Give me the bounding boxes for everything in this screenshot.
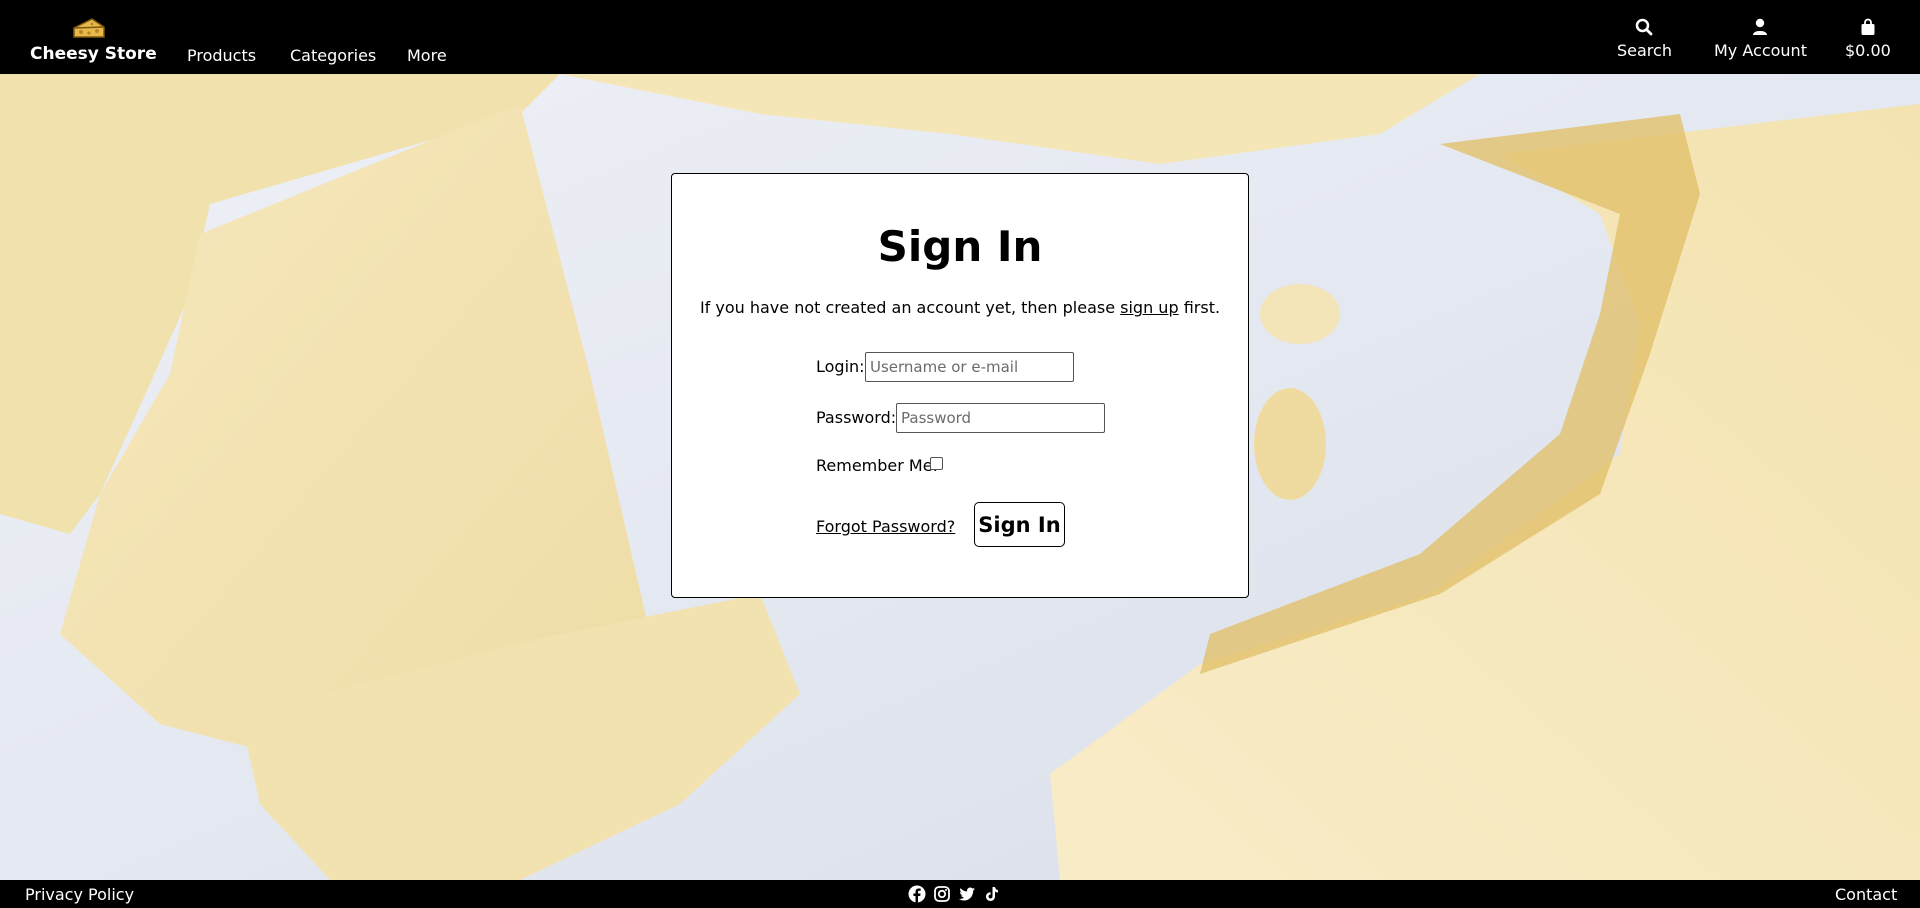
search-button[interactable]: Search: [1617, 18, 1672, 60]
site-footer: Privacy Policy Contact: [0, 880, 1920, 908]
remember-me-checkbox[interactable]: [930, 457, 943, 470]
my-account-button[interactable]: My Account: [1714, 18, 1807, 60]
cheese-logo-icon: [73, 18, 105, 38]
shopping-bag-icon: [1861, 18, 1875, 35]
page-title: Sign In: [877, 222, 1043, 271]
signup-prompt: If you have not created an account yet, …: [672, 298, 1248, 317]
instagram-icon[interactable]: [933, 885, 951, 903]
forgot-password-link[interactable]: Forgot Password?: [816, 517, 955, 536]
sign-in-button[interactable]: Sign In: [974, 502, 1065, 547]
site-header: Cheesy Store Products Categories More Se…: [0, 0, 1920, 74]
facebook-icon[interactable]: [908, 885, 926, 903]
user-icon: [1753, 18, 1768, 35]
twitter-icon[interactable]: [958, 885, 976, 903]
intro-text-after: first.: [1178, 298, 1221, 317]
cart-button[interactable]: $0.00: [1845, 18, 1891, 60]
sign-in-panel: Sign In If you have not created an accou…: [671, 173, 1249, 598]
privacy-policy-link[interactable]: Privacy Policy: [25, 885, 134, 904]
intro-text-before: If you have not created an account yet, …: [699, 298, 1121, 317]
sign-up-link[interactable]: sign up: [1120, 298, 1178, 317]
cart-total: $0.00: [1845, 41, 1891, 60]
password-input[interactable]: [896, 403, 1105, 433]
remember-me-label: Remember Me:: [816, 456, 938, 475]
search-icon: [1636, 18, 1653, 36]
password-label: Password:: [816, 408, 897, 427]
contact-link[interactable]: Contact: [1835, 885, 1897, 904]
brand-name: Cheesy Store: [30, 44, 157, 64]
social-links: [908, 885, 1001, 903]
my-account-label: My Account: [1714, 41, 1807, 60]
search-label: Search: [1617, 41, 1672, 60]
login-label: Login:: [816, 357, 865, 376]
nav-products[interactable]: Products: [187, 46, 256, 65]
cheese-background-image: Sign In If you have not created an accou…: [0, 74, 1920, 880]
nav-categories[interactable]: Categories: [290, 46, 376, 65]
brand-link[interactable]: Cheesy Store: [30, 16, 157, 64]
nav-more[interactable]: More: [407, 46, 447, 65]
tiktok-icon[interactable]: [983, 885, 1001, 903]
login-input[interactable]: [865, 352, 1074, 382]
